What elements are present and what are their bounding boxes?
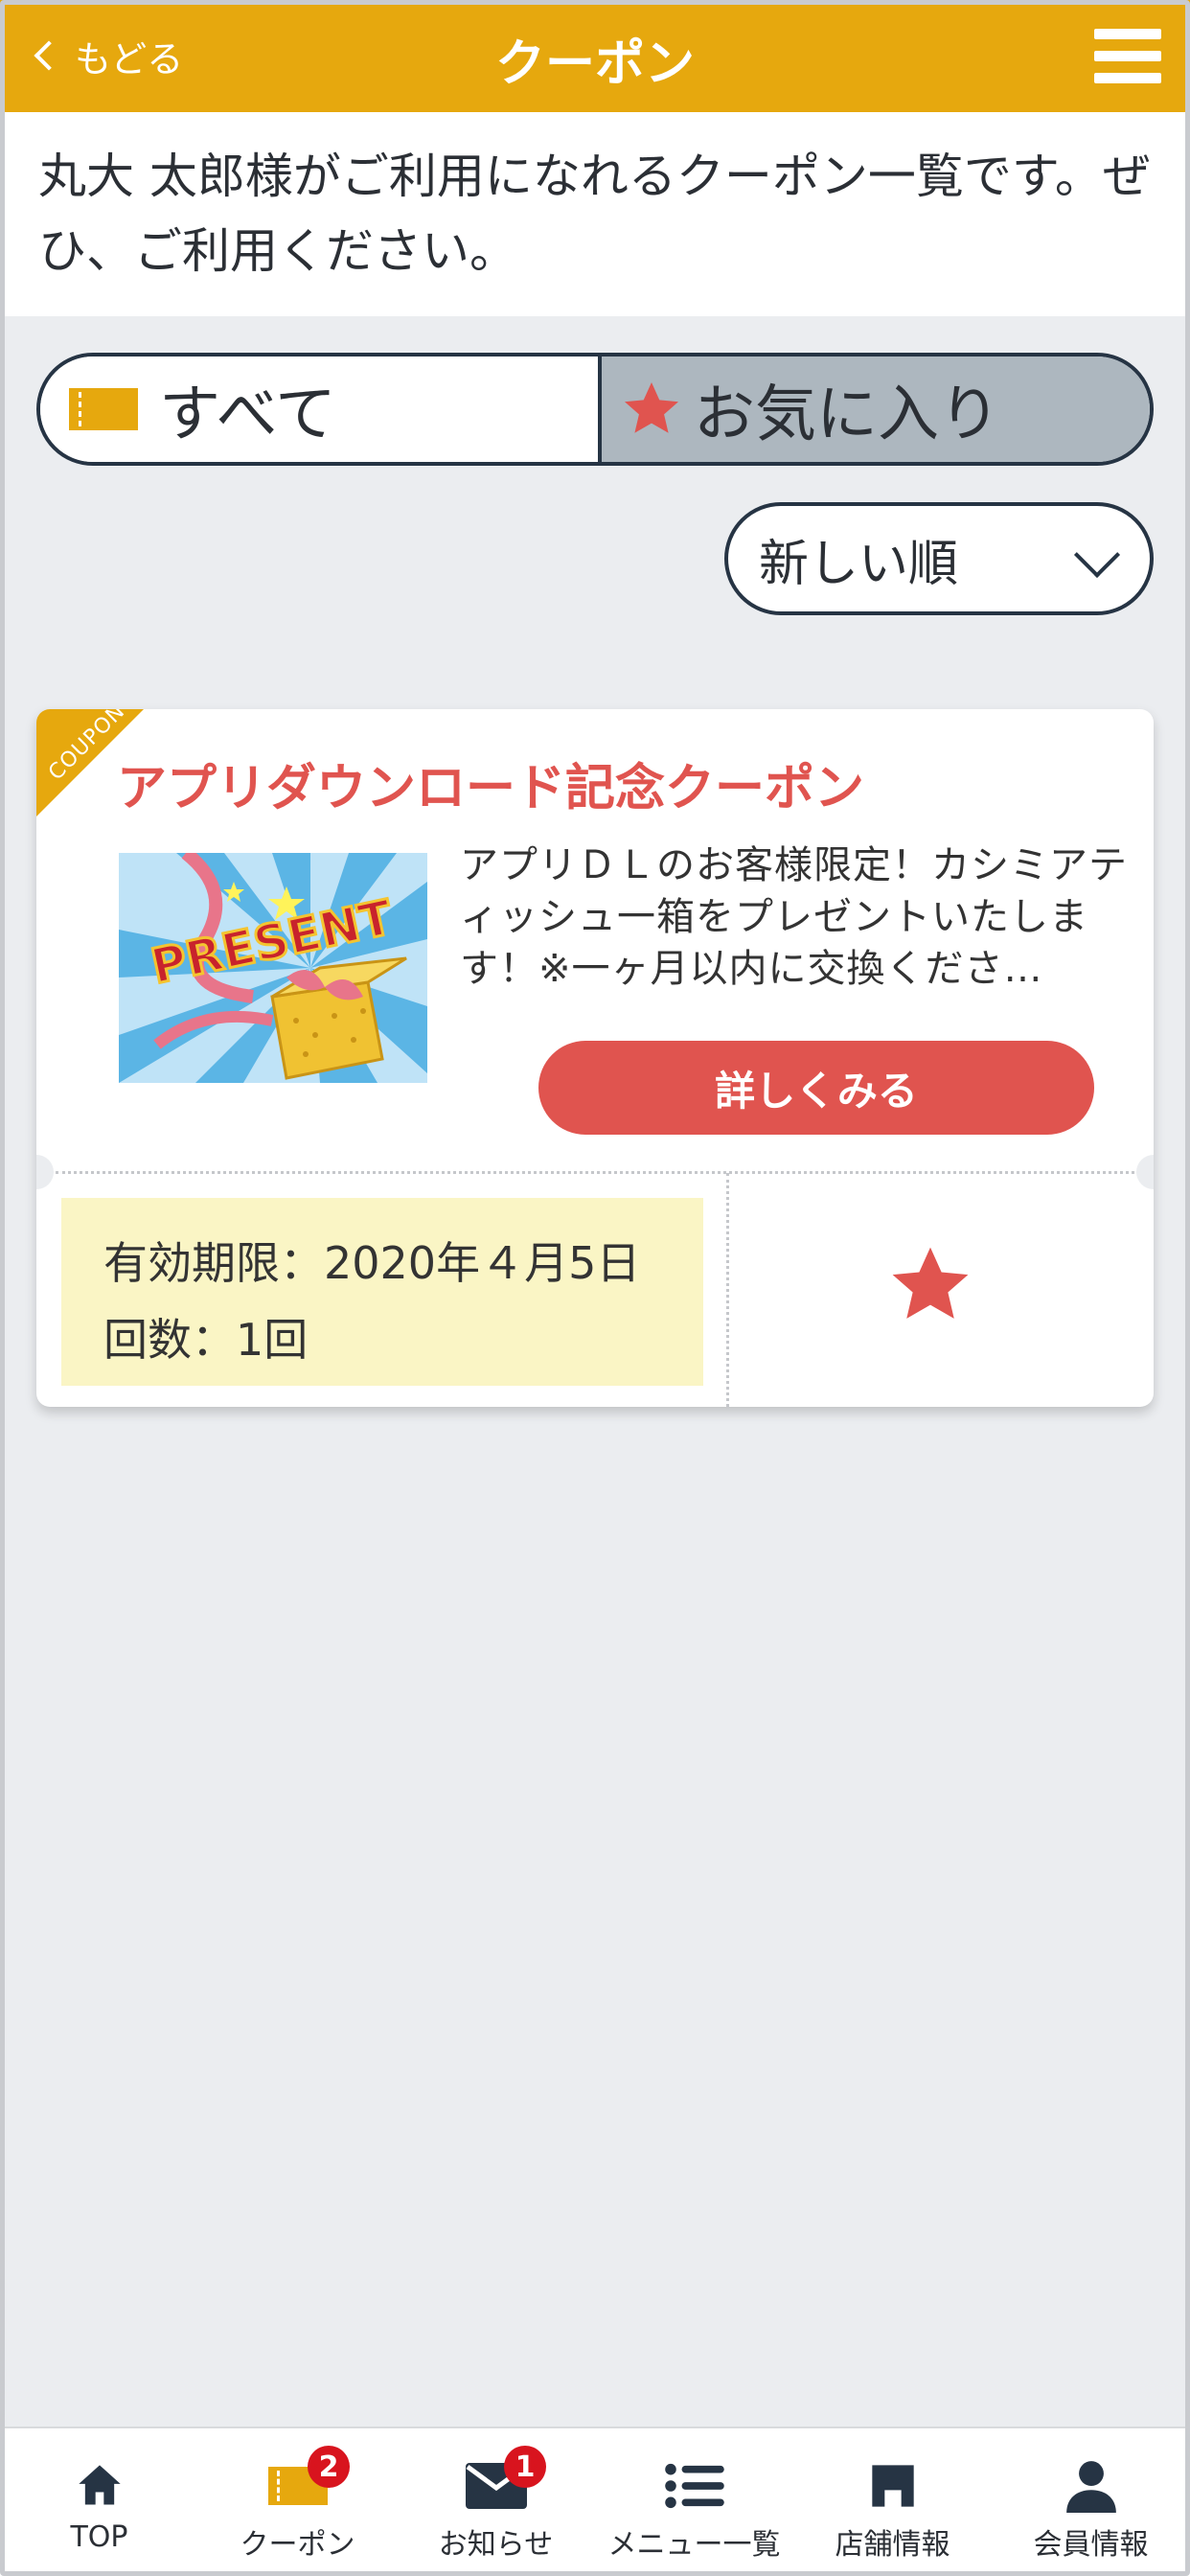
tab-favorites[interactable]: お気に入り [598, 356, 1150, 462]
coupon-image: PRESENT [119, 853, 427, 1083]
usage-count: 回数：1回 [103, 1314, 309, 1366]
validity-date: 有効期限：2020年４月5日 [103, 1237, 641, 1289]
list-icon [664, 2463, 724, 2509]
sort-select[interactable]: 新しい順 [724, 502, 1154, 615]
news-badge: 1 [504, 2446, 546, 2488]
chevron-down-icon [1073, 531, 1121, 579]
star-icon [625, 382, 678, 433]
nav-item-coupon[interactable]: 2 クーポン [198, 2428, 397, 2576]
coupon-description: アプリＤＬのお客様限定！カシミアティッシュ一箱をプレゼントいたします！※一ヶ月以… [460, 843, 1128, 991]
vertical-divider [726, 1173, 729, 1407]
nav-label-store: 店舗情報 [835, 2528, 950, 2562]
nav-item-store[interactable]: 店舗情報 [793, 2428, 992, 2576]
details-button[interactable]: 詳しくみる [538, 1041, 1094, 1135]
tab-all[interactable]: すべて [40, 356, 598, 462]
nav-label-top: TOP [70, 2520, 128, 2554]
nav-label-member: 会員情報 [1033, 2528, 1149, 2562]
perforation-divider [56, 1171, 1134, 1174]
favorite-star-icon[interactable] [887, 1242, 973, 1328]
store-icon [871, 2465, 914, 2507]
nav-item-top[interactable]: TOP [0, 2428, 198, 2576]
nav-label-menu-list: メニュー一覧 [607, 2528, 781, 2562]
nav-item-member[interactable]: 会員情報 [992, 2428, 1190, 2576]
home-icon [78, 2465, 121, 2505]
sort-selected-label: 新しい順 [759, 535, 959, 593]
ticket-notch-right [1136, 1155, 1154, 1189]
person-icon [1065, 2461, 1116, 2513]
bottom-navigation: TOP 2 クーポン 1 お知らせ メニュー一覧 店舗情報 会員情報 [0, 2426, 1190, 2576]
tab-favorites-label: お気に入り [694, 380, 1000, 450]
nav-label-news: お知らせ [438, 2528, 554, 2562]
ticket-icon [69, 388, 138, 430]
ticket-notch-left [36, 1155, 54, 1189]
coupon-validity-box: 有効期限：2020年４月5日 回数：1回 [61, 1198, 703, 1386]
coupon-filter-tabs: すべて お気に入り [36, 353, 1154, 466]
nav-label-coupon: クーポン [240, 2528, 355, 2562]
nav-item-news[interactable]: 1 お知らせ [397, 2428, 595, 2576]
hamburger-menu-icon[interactable] [1094, 29, 1161, 84]
page-title: クーポン [494, 35, 695, 93]
coupon-badge: 2 [308, 2446, 350, 2488]
nav-item-menu-list[interactable]: メニュー一覧 [595, 2428, 793, 2576]
intro-text: 丸大 太郎様がご利用になれるクーポン一覧です。ぜひ、ご利用ください。 [0, 112, 1190, 316]
coupon-card[interactable]: COUPON アプリダウンロード記念クーポン PRESENT アプリＤＬのお客様… [36, 709, 1154, 1407]
coupon-title: アプリダウンロード記念クーポン [117, 760, 865, 817]
tab-all-label: すべて [159, 380, 336, 450]
app-header: もどる クーポン [0, 0, 1190, 112]
